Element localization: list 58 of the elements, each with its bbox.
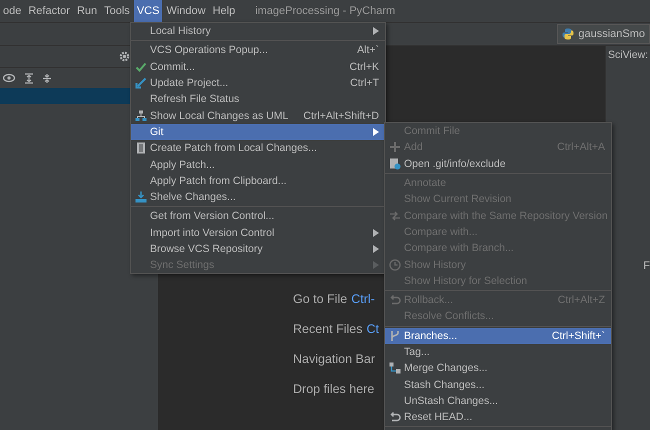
collapse-all-icon[interactable]: [42, 72, 52, 84]
menu-item[interactable]: Merge Changes...: [385, 360, 611, 376]
menu-item[interactable]: Show Local Changes as UML Ctrl+Alt+Shift+D: [131, 107, 385, 124]
merge-icon: [388, 362, 400, 374]
menu-item[interactable]: Shelve Changes...: [131, 188, 385, 206]
menu-item[interactable]: Stash Changes...: [385, 376, 611, 393]
submenu-arrow-icon: [373, 27, 379, 36]
welcome-hint: Recent Files: [293, 322, 362, 338]
menu-bar-item[interactable]: Tools: [101, 0, 133, 22]
welcome-hint: Go to File: [293, 292, 348, 308]
menu-item[interactable]: Open .git/info/exclude: [385, 156, 611, 172]
menu-item[interactable]: VCS Operations Popup... Alt+`: [131, 42, 385, 59]
menu-item[interactable]: Git: [131, 124, 385, 140]
menu-item[interactable]: Branches... Ctrl+Shift+`: [385, 328, 611, 344]
menu-item[interactable]: Apply Patch...: [131, 156, 385, 173]
menu-item[interactable]: UnStash Changes...: [385, 392, 611, 410]
menu-item[interactable]: Local History: [131, 23, 385, 40]
editor-tab[interactable]: gaussianSmo: [557, 24, 650, 44]
menu-item[interactable]: Create Patch from Local Changes...: [131, 140, 385, 156]
undo-icon: [388, 411, 400, 424]
menu-bar-item[interactable]: Refactor: [25, 0, 73, 22]
eye-icon[interactable]: [3, 72, 16, 84]
plus-icon: [388, 141, 400, 154]
menu-item[interactable]: Commit... Ctrl+K: [131, 58, 385, 75]
compare-icon: [388, 210, 400, 222]
settings-icon[interactable]: [119, 51, 130, 62]
menu-item[interactable]: Apply Patch from Clipboard...: [131, 172, 385, 189]
clock-icon: [388, 258, 400, 271]
menu-bar-item[interactable]: Help: [210, 0, 238, 22]
menu-item[interactable]: Get from Version Control...: [131, 208, 385, 225]
window-title: imageProcessing - PyCharm: [255, 5, 396, 17]
branch-icon: [388, 330, 400, 342]
menu-item[interactable]: Refresh File Status: [131, 91, 385, 108]
menu-bar-item[interactable]: Window: [163, 0, 209, 22]
check-icon: [134, 60, 146, 73]
menu-bar-item[interactable]: ode: [0, 0, 24, 22]
menu-bar-item[interactable]: VCS: [134, 0, 162, 22]
undo-icon: [388, 294, 400, 306]
sciview-title: SciView:: [607, 48, 650, 61]
menu-item[interactable]: Tag...: [385, 344, 611, 360]
menu-item[interactable]: Browse VCS Repository: [131, 240, 385, 258]
welcome-hint: Navigation Bar: [293, 352, 375, 368]
menu-bar-item[interactable]: Run: [74, 0, 100, 22]
submenu-arrow-icon: [373, 128, 379, 136]
shortcut-hint: Ctrl-: [351, 292, 375, 308]
arrow-icon: [134, 77, 146, 90]
menu-item[interactable]: Import into Version Control: [131, 224, 385, 241]
menu-item[interactable]: Reset HEAD...: [385, 409, 611, 426]
welcome-hint: Drop files here: [293, 382, 374, 398]
panel-text: F: [643, 260, 650, 272]
document-icon: [134, 142, 146, 154]
expand-all-icon[interactable]: [24, 72, 34, 84]
menu-item[interactable]: Update Project... Ctrl+T: [131, 74, 385, 92]
shortcut-hint: Ct: [366, 322, 379, 338]
shelf-icon: [134, 191, 146, 204]
file-icon: [388, 158, 400, 170]
diagram-icon: [134, 110, 146, 122]
python-file-icon: [562, 28, 574, 40]
